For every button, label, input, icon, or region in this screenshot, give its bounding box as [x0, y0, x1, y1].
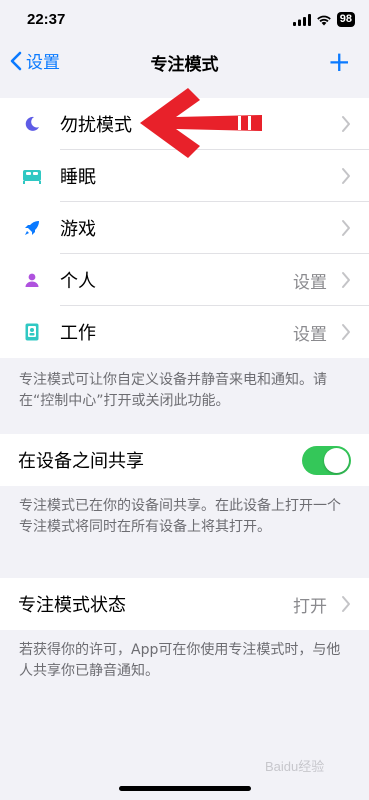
focus-label: 睡眠 [60, 167, 96, 188]
chevron-right-icon [342, 220, 350, 236]
watermark: Baidu经验 [265, 759, 325, 774]
moon-icon [22, 114, 42, 134]
focus-value: 设置 [293, 272, 327, 293]
wifi-icon [316, 15, 331, 25]
status-icons: 98 [292, 12, 355, 27]
status-section: 专注模式状态 打开 [0, 578, 369, 630]
chevron-right-icon [342, 116, 350, 132]
share-section: 在设备之间共享 [0, 434, 369, 486]
share-footnote: 专注模式已在你的设备间共享。在此设备上打开一个专注模式将同时在所有设备上将其打开… [19, 498, 341, 535]
focus-row-personal[interactable]: 个人 设置 [0, 254, 369, 306]
chevron-right-icon [342, 596, 350, 612]
page-title: 专注模式 [150, 55, 219, 75]
chevron-right-icon [342, 324, 350, 340]
share-label: 在设备之间共享 [18, 451, 144, 472]
signal-icon [292, 13, 311, 26]
toggle-knob [324, 448, 349, 473]
chevron-right-icon [342, 272, 350, 288]
share-toggle[interactable] [302, 446, 351, 475]
status-value: 打开 [293, 596, 327, 617]
focus-status-row[interactable]: 专注模式状态 打开 [0, 578, 369, 630]
share-row: 在设备之间共享 [0, 434, 369, 486]
annotation-arrow-icon [140, 88, 262, 158]
focus-footnote: 专注模式可让你自定义设备并静音来电和通知。请在“控制中心”打开或关闭此功能。 [19, 372, 327, 409]
person-icon [22, 270, 42, 290]
focus-label: 个人 [60, 271, 96, 292]
navigation-bar: 设置 专注模式 + [0, 44, 369, 80]
rocket-icon [22, 218, 42, 238]
status-time: 22:37 [27, 11, 66, 28]
focus-row-gaming[interactable]: 游戏 [0, 202, 369, 254]
home-indicator[interactable] [119, 786, 251, 791]
id-badge-icon [22, 322, 42, 342]
focus-row-work[interactable]: 工作 设置 [0, 306, 369, 358]
chevron-right-icon [342, 168, 350, 184]
status-bar: 22:37 98 [0, 0, 369, 44]
status-footnote: 若获得你的许可，App可在你使用专注模式时，与他人共享你已静音通知。 [19, 642, 341, 679]
focus-value: 设置 [293, 324, 327, 345]
focus-label: 勿扰模式 [60, 115, 132, 136]
bed-icon [22, 166, 42, 186]
status-label: 专注模式状态 [18, 595, 126, 616]
focus-label: 工作 [60, 323, 96, 344]
focus-label: 游戏 [60, 219, 96, 240]
add-button[interactable]: + [328, 48, 351, 76]
battery-indicator: 98 [336, 12, 355, 27]
